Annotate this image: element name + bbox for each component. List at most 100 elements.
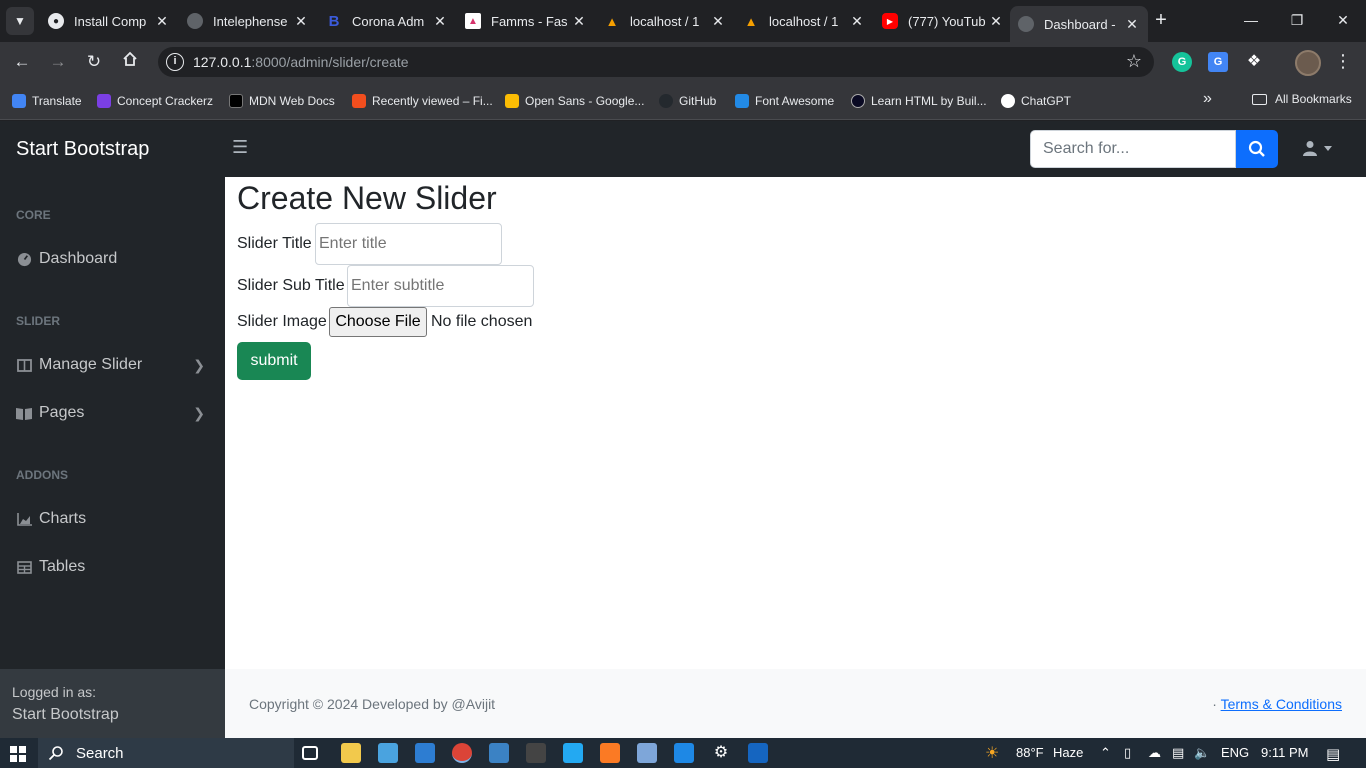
bookmark-item[interactable]: Open Sans - Google... [505,92,644,110]
vscode-icon[interactable] [563,743,583,763]
slider-title-input[interactable] [315,223,502,265]
bookmark-item[interactable]: MDN Web Docs [229,92,335,110]
notifications-icon[interactable]: ▤ [1326,745,1340,763]
sidebar-toggle-button[interactable]: ☰ [232,137,248,158]
bookmark-item[interactable]: Concept Crackerz [97,92,213,110]
app-icon[interactable] [674,743,694,763]
chrome-icon[interactable] [452,743,472,763]
close-icon[interactable]: ✕ [988,13,1004,30]
bookmark-item[interactable]: Translate [12,92,82,110]
browser-tab[interactable]: ▲ localhost / 1 ✕ [735,6,873,36]
browser-tab-active[interactable]: Dashboard - ✕ [1010,6,1148,42]
table-icon [16,559,32,575]
remote-desktop-icon[interactable] [748,743,768,763]
forward-button[interactable]: → [46,50,70,74]
terminal-icon[interactable] [489,743,509,763]
slider-subtitle-input[interactable] [347,265,534,307]
bookmark-star-icon[interactable]: ☆ [1126,51,1142,72]
browser-tab[interactable]: B Corona Adm ✕ [318,6,456,36]
figma-icon [352,94,366,108]
bookmarks-bar: Translate Concept Crackerz MDN Web Docs … [0,82,1366,120]
clock[interactable]: 9:11 PM [1261,745,1308,760]
submit-button[interactable]: submit [237,342,311,380]
weather-temp[interactable]: 88°F [1016,745,1044,760]
close-icon[interactable]: ✕ [1124,16,1140,33]
url-text[interactable]: 127.0.0.1:8000/admin/slider/create [193,54,409,70]
terms-link[interactable]: Terms & Conditions [1221,696,1342,712]
tab-search-menu-button[interactable]: ▼ [6,7,34,35]
more-bookmarks-icon[interactable]: » [1203,90,1212,108]
store-icon[interactable] [378,743,398,763]
chart-area-icon [16,511,32,527]
bookmark-item[interactable]: ChatGPT [1001,92,1071,110]
sidebar-heading-slider: SLIDER [16,314,61,328]
sidebar-item-charts[interactable]: Charts [0,497,225,541]
bookmark-item[interactable]: Font Awesome [735,92,834,110]
file-explorer-icon[interactable] [341,743,361,763]
windows-start-icon[interactable] [10,746,26,762]
tab-label: localhost / 1 [630,13,700,29]
close-icon[interactable]: ✕ [293,13,309,30]
weather-icon: ☀ [985,745,1000,762]
bookmark-item[interactable]: GitHub [659,92,716,110]
search-button[interactable] [1236,130,1278,168]
reload-button[interactable]: ↻ [82,50,106,74]
tab-label: Dashboard - [1044,16,1116,32]
onedrive-cloud-icon[interactable]: ☁ [1148,745,1161,761]
sidebar-item-label: Charts [39,510,87,527]
extensions-puzzle-icon[interactable]: ❖ [1244,52,1264,72]
search-input[interactable] [1030,130,1236,168]
address-bar[interactable]: i 127.0.0.1:8000/admin/slider/create ☆ [158,47,1154,77]
grammarly-icon[interactable]: G [1172,52,1192,72]
mail-icon[interactable] [415,743,435,763]
back-button[interactable]: ← [10,50,34,74]
close-icon[interactable]: ✕ [710,13,726,30]
brand-link[interactable]: Start Bootstrap [16,138,149,161]
taskbar-search[interactable]: Search [38,738,294,768]
minimize-button[interactable]: — [1236,8,1266,32]
browser-tab[interactable]: ▲ Famms - Fas ✕ [457,6,595,36]
browser-tab[interactable]: ▲ localhost / 1 ✕ [596,6,734,36]
search-icon [1248,140,1265,157]
xampp-icon[interactable] [600,743,620,763]
notepad-icon[interactable] [637,743,657,763]
sidebar-item-tables[interactable]: Tables [0,545,225,589]
settings-gear-icon[interactable]: ⚙ [711,743,731,763]
weather-desc[interactable]: Haze [1053,745,1083,760]
new-tab-button[interactable]: + [1150,9,1172,31]
close-icon[interactable]: ✕ [154,13,170,30]
chevron-up-icon[interactable]: ⌃ [1100,745,1111,761]
mdn-icon [229,94,243,108]
all-bookmarks-button[interactable]: All Bookmarks [1252,92,1352,106]
sidebar-item-dashboard[interactable]: Dashboard [0,237,225,281]
home-button[interactable] [118,50,142,74]
browser-menu-icon[interactable]: ⋮ [1334,51,1352,72]
task-view-icon[interactable] [302,746,318,760]
browser-tab[interactable]: ▶ (777) YouTub ✕ [874,6,1012,36]
user-dropdown[interactable] [1302,140,1332,156]
close-icon[interactable]: ✕ [571,13,587,30]
network-icon[interactable]: ▤ [1172,745,1184,761]
close-icon[interactable]: ✕ [849,13,865,30]
bookmark-item[interactable]: Learn HTML by Buil... [851,92,987,110]
bookmark-item[interactable]: Recently viewed – Fi... [352,92,493,110]
translate-extension-icon[interactable]: G [1208,52,1228,72]
profile-avatar[interactable] [1295,50,1321,76]
restore-button[interactable]: ❐ [1282,8,1312,32]
volume-icon[interactable]: 🔈 [1194,745,1210,761]
sidebar-item-label: Tables [39,558,86,575]
close-window-button[interactable]: ✕ [1328,8,1358,32]
battery-icon[interactable]: ▯ [1124,745,1131,761]
browser-tab[interactable]: ● Install Comp ✕ [40,6,178,36]
page-title: Create New Slider [237,180,497,216]
sidebar-item-pages[interactable]: Pages ❯ [0,391,225,435]
browser-tab[interactable]: Intelephense ✕ [179,6,317,36]
close-icon[interactable]: ✕ [432,13,448,30]
copyright-text: Copyright © 2024 Developed by @Avijit [249,696,496,712]
language-indicator[interactable]: ENG [1221,745,1249,760]
cmd-icon[interactable] [526,743,546,763]
tachometer-icon [16,251,32,267]
choose-file-button[interactable]: Choose File [329,307,427,337]
sidebar-item-manage-slider[interactable]: Manage Slider ❯ [0,343,225,387]
site-info-icon[interactable]: i [166,53,184,71]
